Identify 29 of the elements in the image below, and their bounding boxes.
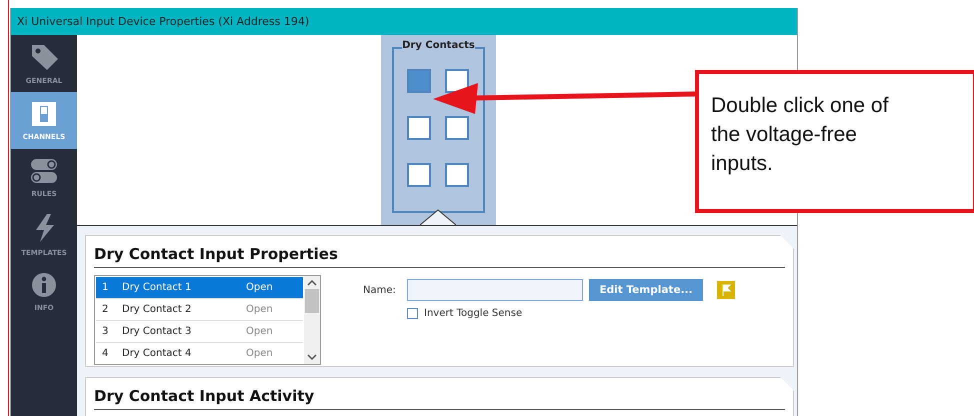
- window-title: Xi Universal Input Device Properties (Xi Address 194): [11, 8, 797, 35]
- contact-input[interactable]: [445, 163, 469, 187]
- contact-input[interactable]: [407, 116, 431, 140]
- field-label: Name:: [363, 284, 397, 296]
- flag-icon[interactable]: [717, 281, 735, 299]
- list-row[interactable]: 4 Dry Contact 4 Open: [96, 343, 303, 364]
- name-field[interactable]: [407, 279, 583, 301]
- tag-icon: [30, 42, 58, 70]
- edit-template-button[interactable]: Edit Template...: [589, 279, 703, 301]
- toggle-icon: [30, 158, 58, 184]
- section-title: Dry Contact Input Activity: [94, 384, 785, 410]
- callout-text: Double click one of the voltage-free inputs.: [711, 93, 890, 177]
- list-row[interactable]: 2 Dry Contact 2 Open: [96, 299, 303, 321]
- contact-input[interactable]: [407, 69, 431, 93]
- switch-icon: [31, 100, 57, 126]
- chevron-down-icon: [307, 353, 317, 361]
- scrollbar[interactable]: [304, 276, 320, 364]
- chevron-up-icon: [307, 279, 317, 287]
- list-row[interactable]: 1 Dry Contact 1 Open: [96, 277, 303, 299]
- contact-input[interactable]: [445, 69, 469, 93]
- invert-checkbox[interactable]: Invert Toggle Sense: [407, 308, 735, 319]
- contact-input[interactable]: [445, 116, 469, 140]
- lightning-icon: [33, 212, 55, 242]
- scroll-thumb[interactable]: [305, 289, 319, 313]
- info-icon: [31, 272, 57, 298]
- contact-input[interactable]: [407, 163, 431, 187]
- section-title: Dry Contact Input Properties: [94, 242, 785, 268]
- list-row[interactable]: 3 Dry Contact 3 Open: [96, 321, 303, 343]
- group-title: Dry Contacts: [402, 40, 475, 51]
